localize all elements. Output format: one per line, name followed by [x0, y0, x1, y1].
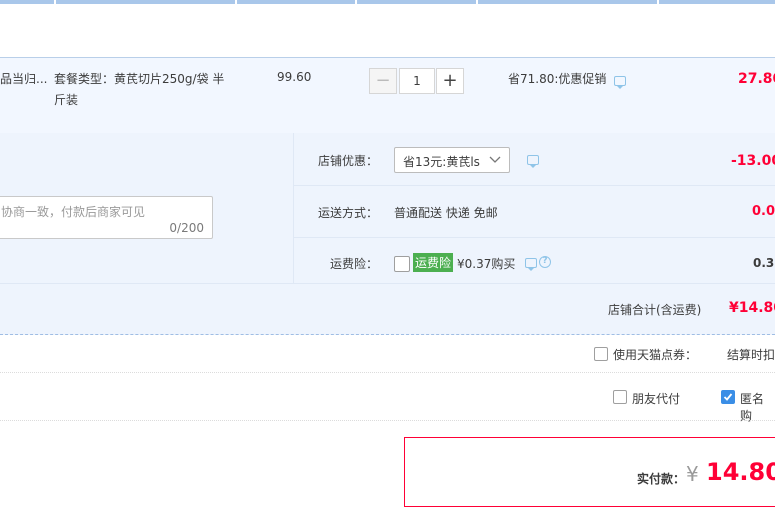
friend-pay-checkbox[interactable]: [613, 390, 627, 404]
item-sku: 套餐类型：黄芪切片250g/袋 半: [54, 72, 225, 86]
column-divider: [355, 0, 357, 4]
anonymous-label: 匿名购: [740, 392, 765, 423]
column-divider: [476, 0, 478, 4]
increase-button[interactable]: +: [436, 68, 464, 94]
message-counter: 0/200: [169, 221, 204, 235]
payment-amount: 14.80: [706, 458, 775, 486]
panel-divider: [293, 185, 775, 186]
chat-icon[interactable]: [527, 155, 539, 168]
row-divider: [0, 372, 775, 373]
shop-total-row: 店铺合计(含运费) ¥14.80: [0, 283, 775, 335]
shipping-method: 普通配送 快递 免邮: [394, 206, 498, 220]
insurance-checkbox[interactable]: [394, 256, 410, 272]
check-icon: [723, 393, 733, 401]
item-unit-price: 99.60: [277, 70, 312, 84]
message-placeholder: 协商一致，付款后商家可见: [1, 205, 146, 219]
help-icon[interactable]: ?: [539, 256, 551, 268]
column-divider: [54, 0, 56, 4]
buyer-message-input[interactable]: 协商一致，付款后商家可见 0/200: [0, 196, 213, 239]
item-subtotal: 27.80: [738, 71, 775, 87]
insurance-label: 运费险：: [330, 257, 379, 271]
quantity-input[interactable]: 1: [399, 68, 435, 94]
row-divider: [0, 420, 775, 421]
payment-label: 实付款：: [637, 472, 686, 486]
shop-total-label: 店铺合计(含运费): [608, 303, 702, 317]
panel-divider: [293, 133, 294, 283]
shop-discount-value: 省13元:黄芪ls: [403, 155, 480, 169]
insurance-amount: 0.37: [753, 256, 775, 270]
shop-discount-select[interactable]: 省13元:黄芪ls: [394, 147, 510, 173]
payment-currency: ¥: [686, 462, 699, 486]
column-divider: [657, 0, 659, 4]
panel-divider: [293, 237, 775, 238]
insurance-price: ¥0.37购买: [457, 257, 516, 271]
item-title[interactable]: 品当归...: [0, 70, 47, 87]
anonymous-checkbox[interactable]: [721, 390, 735, 404]
shop-discount-amount: -13.00: [731, 153, 775, 169]
shipping-amount: 0.00: [752, 204, 775, 219]
insurance-badge: 运费险: [413, 253, 454, 272]
friend-pay-label: 朋友代付: [632, 392, 681, 406]
shipping-label: 运送方式：: [318, 206, 379, 220]
chevron-down-icon: [489, 156, 501, 163]
tmall-points-checkbox[interactable]: [594, 347, 608, 361]
column-divider: [235, 0, 237, 4]
item-sku-cont: 斤装: [54, 93, 79, 107]
settle-note: 结算时扣: [727, 348, 775, 362]
payment-summary: 实付款： ¥ 14.80: [404, 437, 775, 507]
chat-icon[interactable]: [525, 258, 537, 271]
shop-discount-label: 店铺优惠：: [318, 154, 379, 168]
item-promo: 省71.80:优惠促销: [508, 72, 607, 86]
tmall-points-label: 使用天猫点券：: [613, 348, 698, 362]
decrease-button[interactable]: −: [369, 68, 397, 94]
shop-total-value: ¥14.80: [729, 300, 775, 316]
chat-icon[interactable]: [614, 76, 626, 89]
